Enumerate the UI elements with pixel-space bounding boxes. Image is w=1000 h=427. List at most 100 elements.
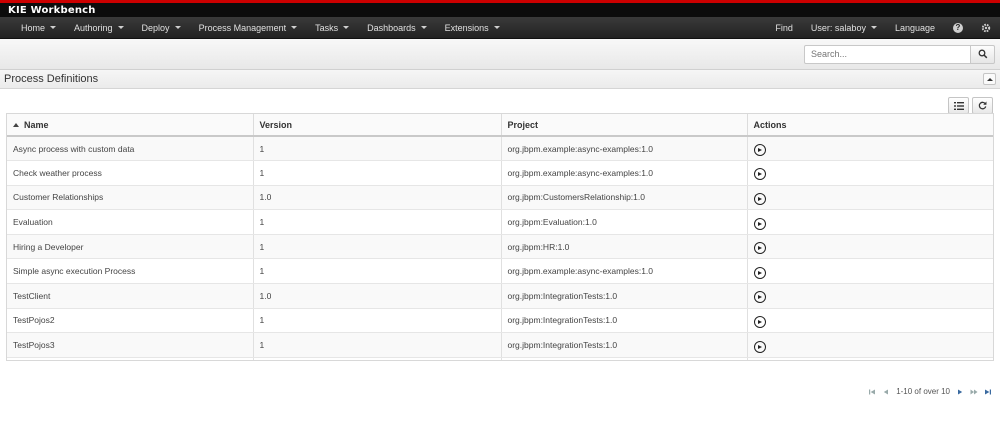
cell-name: Simple async execution Process — [7, 258, 254, 285]
language-menu[interactable]: Language — [886, 17, 944, 38]
table-row[interactable]: TestPojos3 1 org.jbpm:IntegrationTests:1.0 — [7, 332, 993, 358]
column-picker-button[interactable] — [948, 97, 969, 114]
play-triangle — [758, 270, 762, 275]
collapse-button[interactable] — [983, 73, 996, 85]
nav-item-label: Authoring — [74, 22, 113, 33]
play-triangle — [758, 221, 762, 226]
cell-project: org.jbpm:IntegrationTests:1.0 — [501, 332, 748, 358]
nav-right: Find User: salaboy Language ? — [766, 17, 1000, 38]
cell-project: org.jbpm.example:async-examples:1.0 — [501, 160, 748, 186]
cell-version: 1 — [253, 136, 502, 162]
table-row[interactable]: Customer Relationships 1.0 org.jbpm:Custom… — [7, 185, 993, 211]
chevron-down-icon — [870, 26, 877, 29]
settings-button[interactable] — [972, 17, 1000, 38]
play-circle-icon[interactable] — [753, 242, 766, 255]
column-header-name[interactable]: Name — [7, 114, 254, 137]
nav-item-extensions[interactable]: Extensions — [436, 17, 509, 38]
play-circle-icon[interactable] — [753, 168, 766, 181]
page-title: Process Definitions — [4, 73, 99, 85]
fast-forward-button[interactable] — [970, 388, 978, 396]
gear-icon — [981, 23, 991, 32]
column-header-actions: Actions — [747, 114, 993, 137]
cell-name: Customer Relationships — [7, 185, 254, 211]
previous-page-icon — [883, 389, 889, 394]
play-triangle — [758, 344, 762, 349]
play-circle-icon[interactable] — [753, 266, 766, 279]
last-page-button[interactable] — [984, 388, 992, 396]
cell-name: Hiring a Developer — [7, 234, 254, 260]
column-header-version[interactable]: Version — [253, 114, 502, 137]
table-row[interactable]: Simple async execution Process 1 org.jbpm.… — [7, 258, 993, 285]
language-label: Language — [894, 22, 935, 33]
cell-name: Evaluation — [7, 209, 254, 235]
nav-item-deploy[interactable]: Deploy — [133, 17, 190, 38]
process-definitions-table: Name Version Project Actions Async proce… — [6, 113, 994, 361]
table-row[interactable]: Hiring a Developer 1 org.jbpm:HR:1.0 — [7, 234, 993, 260]
cell-version: 1 — [253, 160, 502, 186]
search-input[interactable] — [804, 44, 971, 64]
table-row[interactable]: Check weather process 1 org.jbpm.example:a… — [7, 160, 993, 186]
column-header-project[interactable]: Project — [501, 114, 748, 137]
table-body: Async process with custom data 1 org.jbpm.… — [7, 136, 993, 360]
first-page-icon — [869, 389, 876, 394]
find-label: Find — [775, 22, 793, 33]
search-button[interactable] — [971, 44, 995, 64]
cell-project: org.jbpm.example:async-examples:1.0 — [501, 258, 748, 285]
table-row[interactable]: Async process with custom data 1 org.jbpm.… — [7, 136, 993, 162]
cell-project — [501, 357, 748, 360]
panel-header: Process Definitions — [0, 70, 1000, 89]
cell-project: org.jbpm:Evaluation:1.0 — [501, 209, 748, 235]
cell-version: 1 — [253, 308, 502, 334]
nav-item-tasks[interactable]: Tasks — [306, 17, 358, 38]
user-label: User: salaboy — [810, 22, 866, 33]
nav-item-authoring[interactable]: Authoring — [65, 17, 133, 38]
help-button[interactable]: ? — [944, 17, 972, 38]
table-row[interactable]: TestClient 1.0 org.jbpm:IntegrationTests:1… — [7, 283, 993, 309]
play-circle-icon[interactable] — [753, 340, 766, 353]
play-circle-icon[interactable] — [753, 144, 766, 157]
search-icon — [978, 49, 987, 59]
first-page-button[interactable] — [868, 388, 876, 396]
play-circle-icon[interactable] — [753, 217, 766, 230]
cell-name: Async process with custom data — [7, 136, 254, 162]
user-menu[interactable]: User: salaboy — [802, 17, 886, 38]
play-circle-icon[interactable] — [753, 315, 766, 328]
play-triangle — [758, 295, 762, 300]
find-link[interactable]: Find — [766, 17, 802, 38]
chevron-down-icon — [117, 26, 124, 29]
cell-actions — [747, 308, 993, 334]
column-header-name-label: Name — [24, 119, 49, 130]
nav-menu: Home Authoring Deploy Process Management Tas… — [0, 17, 509, 38]
play-circle-icon[interactable] — [753, 291, 766, 304]
search-bar — [0, 39, 1000, 70]
cell-project: org.jbpm:IntegrationTests:1.0 — [501, 283, 748, 309]
previous-page-button[interactable] — [882, 388, 890, 396]
table-row[interactable]: Evaluation 1 org.jbpm:Evaluation:1.0 — [7, 209, 993, 235]
cell-actions — [747, 332, 993, 358]
column-header-version-label: Version — [259, 119, 293, 130]
refresh-button[interactable] — [972, 97, 993, 114]
nav-item-home[interactable]: Home — [12, 17, 65, 38]
cell-name: TestPojos2 — [7, 308, 254, 334]
nav-item-label: Deploy — [141, 22, 170, 33]
cell-version: 1 — [253, 209, 502, 235]
refresh-icon — [978, 101, 987, 110]
play-triangle — [758, 148, 762, 153]
chevron-up-icon — [986, 77, 993, 81]
table-row[interactable]: TestPojos2 1 org.jbpm:IntegrationTests:1.0 — [7, 308, 993, 334]
cell-version: 1 — [253, 332, 502, 358]
chevron-down-icon — [343, 26, 350, 29]
cell-project: org.jbpm:HR:1.0 — [501, 234, 748, 260]
last-page-icon — [985, 389, 991, 394]
nav-item-process-management[interactable]: Process Management — [190, 17, 307, 38]
next-page-button[interactable] — [956, 388, 964, 396]
chevron-down-icon — [420, 26, 427, 29]
table-toolbar — [0, 89, 1000, 114]
nav-item-dashboards[interactable]: Dashboards — [358, 17, 436, 38]
play-circle-icon[interactable] — [753, 192, 766, 205]
cell-actions — [747, 136, 993, 162]
cell-actions — [747, 160, 993, 186]
table-row[interactable] — [7, 357, 993, 360]
cell-version: 1.0 — [253, 185, 502, 211]
cell-actions — [747, 258, 993, 285]
